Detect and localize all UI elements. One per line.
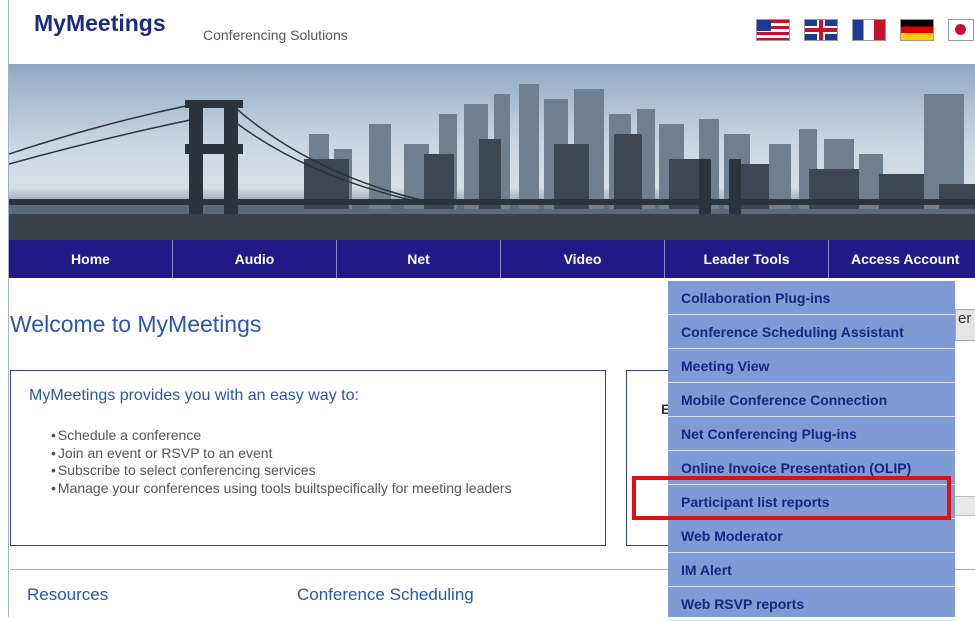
us-flag-icon[interactable] xyxy=(756,19,790,41)
nav-leader-tools[interactable]: Leader Tools xyxy=(665,240,829,278)
nav-access-account[interactable]: Access Account xyxy=(829,240,974,278)
language-flags xyxy=(756,19,974,41)
menu-item-net-conferencing-plugins[interactable]: Net Conferencing Plug-ins xyxy=(668,417,955,451)
germany-flag-icon[interactable] xyxy=(900,19,934,41)
menu-item-conference-scheduling-assistant[interactable]: Conference Scheduling Assistant xyxy=(668,315,955,349)
main-nav: Home Audio Net Video Leader Tools Access… xyxy=(9,240,975,278)
skyline-illustration xyxy=(9,84,975,240)
conference-scheduling-heading[interactable]: Conference Scheduling xyxy=(297,585,474,605)
city-skyline-banner xyxy=(9,64,975,240)
menu-item-web-moderator[interactable]: Web Moderator xyxy=(668,519,955,553)
menu-item-mobile-conference-connection[interactable]: Mobile Conference Connection xyxy=(668,383,955,417)
menu-item-meeting-view[interactable]: Meeting View xyxy=(668,349,955,383)
nav-audio[interactable]: Audio xyxy=(173,240,337,278)
nav-net[interactable]: Net xyxy=(337,240,501,278)
france-flag-icon[interactable] xyxy=(852,19,886,41)
side-bar-fragment xyxy=(955,496,975,516)
list-item: Manage your conferences using tools buil… xyxy=(49,480,569,498)
nav-video[interactable]: Video xyxy=(501,240,665,278)
japan-flag-icon[interactable] xyxy=(948,19,974,41)
brand-tagline: Conferencing Solutions xyxy=(203,27,348,43)
brand-logo[interactable]: MyMeetings xyxy=(34,10,166,37)
menu-item-im-alert[interactable]: IM Alert xyxy=(668,553,955,587)
intro-heading: MyMeetings provides you with an easy way… xyxy=(29,387,359,404)
resources-heading[interactable]: Resources xyxy=(27,585,108,605)
feature-list: Schedule a conference Join an event or R… xyxy=(49,427,569,497)
intro-panel: MyMeetings provides you with an easy way… xyxy=(10,370,606,546)
list-item: Subscribe to select conferencing service… xyxy=(49,462,569,480)
page-title: Welcome to MyMeetings xyxy=(10,311,262,337)
menu-item-collaboration-plugins[interactable]: Collaboration Plug-ins xyxy=(668,281,955,315)
side-button-fragment[interactable]: er xyxy=(955,309,975,341)
highlight-box xyxy=(632,476,951,520)
menu-item-web-rsvp-reports[interactable]: Web RSVP reports xyxy=(668,587,955,621)
nav-home[interactable]: Home xyxy=(9,240,173,278)
list-item: Schedule a conference xyxy=(49,427,569,445)
list-item: Join an event or RSVP to an event xyxy=(49,445,569,463)
uk-flag-icon[interactable] xyxy=(804,19,838,41)
leader-tools-dropdown: Collaboration Plug-ins Conference Schedu… xyxy=(668,281,955,621)
